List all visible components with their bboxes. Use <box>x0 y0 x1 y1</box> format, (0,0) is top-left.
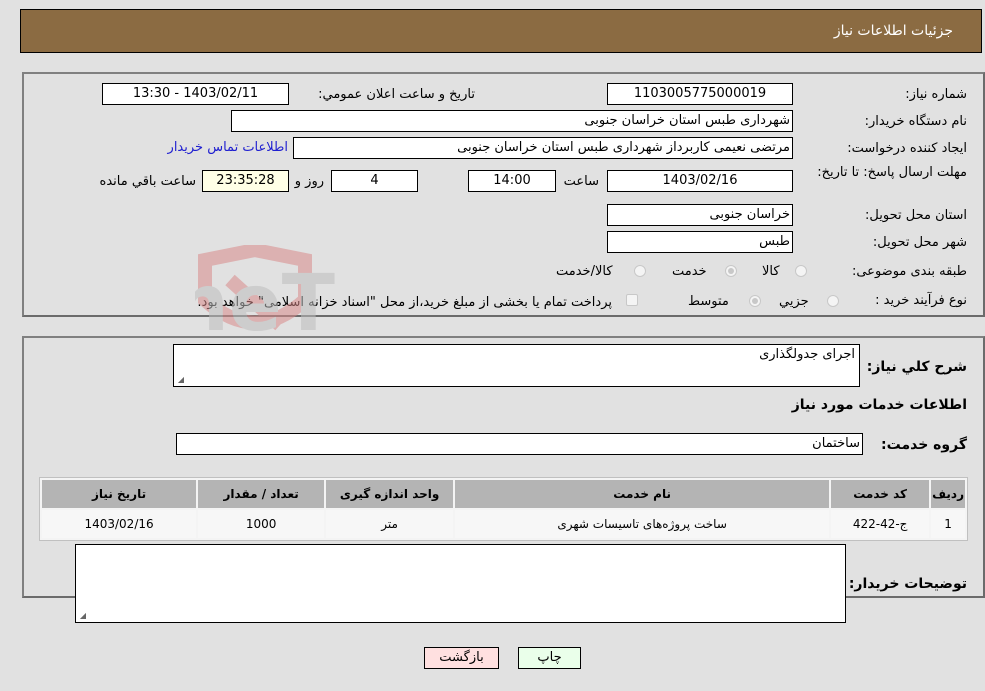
cell-service-code: ج-42-422 <box>831 510 930 538</box>
category-goods-service-label: کالا/خدمت <box>556 264 613 279</box>
category-goods-radio[interactable] <box>795 265 807 277</box>
need-number-label: شماره نیاز: <box>905 87 967 102</box>
days-remaining-field: 4 <box>331 170 418 192</box>
cell-service-name: ساخت پروژه‌های تاسیسات شهری <box>455 510 830 538</box>
need-details-panel <box>22 72 985 317</box>
category-service-label: خدمت <box>672 264 707 279</box>
deadline-time-field: 14:00 <box>468 170 556 192</box>
service-group-field: ساختمان <box>176 433 863 455</box>
page-header: جزئیات اطلاعات نیاز <box>20 9 982 53</box>
deadline-label: مهلت ارسال پاسخ: تا تاریخ: <box>817 165 967 180</box>
category-label: طبقه بندی موضوعی: <box>851 264 967 279</box>
deadline-time-label: ساعت <box>563 174 599 189</box>
buyer-notes-textarea[interactable]: ◢ <box>75 544 846 623</box>
cell-row-number: 1 <box>931 510 965 538</box>
city-label: شهر محل تحویل: <box>872 235 967 250</box>
category-service-radio[interactable] <box>725 265 737 277</box>
cell-need-date: 1403/02/16 <box>42 510 197 538</box>
description-textarea[interactable]: اجرای جدولگذاری ◢ <box>173 344 860 387</box>
buyer-notes-label: توضیحات خریدار: <box>848 576 967 592</box>
description-label: شرح کلي نیاز: <box>866 359 967 375</box>
resize-grip-icon[interactable]: ◢ <box>78 612 86 620</box>
category-goods-label: کالا <box>762 264 780 279</box>
payment-note: پرداخت تمام یا بخشی از مبلغ خرید،از محل … <box>197 295 612 310</box>
purchase-medium-label: متوسط <box>688 294 729 309</box>
col-service-code: کد خدمت <box>831 480 930 508</box>
buyer-org-field: شهرداری طبس استان خراسان جنوبی <box>231 110 793 132</box>
deadline-date-field: 1403/02/16 <box>607 170 793 192</box>
province-label: استان محل تحویل: <box>865 208 967 223</box>
days-label: روز و <box>294 174 324 189</box>
city-field: طبس <box>607 231 793 253</box>
buyer-contact-link[interactable]: اطلاعات تماس خریدار <box>168 140 288 155</box>
cell-unit: متر <box>326 510 454 538</box>
purchase-small-radio[interactable] <box>827 295 839 307</box>
need-number-field: 1103005775000019 <box>607 83 793 105</box>
remaining-time-label: ساعت باقي مانده <box>99 174 196 189</box>
services-section-title: اطلاعات خدمات مورد نیاز <box>791 397 967 413</box>
table-row: 1 ج-42-422 ساخت پروژه‌های تاسیسات شهری م… <box>42 510 965 538</box>
col-row-number: ردیف <box>931 480 965 508</box>
col-quantity: تعداد / مقدار <box>198 480 325 508</box>
announce-date-field: 1403/02/11 - 13:30 <box>102 83 289 105</box>
service-group-label: گروه خدمت: <box>881 437 967 453</box>
creator-field: مرتضی نعیمی کاربرداز شهرداری طبس استان خ… <box>293 137 793 159</box>
category-goods-service-radio[interactable] <box>634 265 646 277</box>
province-field: خراسان جنوبی <box>607 204 793 226</box>
purchase-medium-radio[interactable] <box>749 295 761 307</box>
resize-grip-icon[interactable]: ◢ <box>176 376 184 384</box>
col-service-name: نام خدمت <box>455 480 830 508</box>
creator-label: ایجاد کننده درخواست: <box>847 141 967 156</box>
col-need-date: تاریخ نیاز <box>42 480 197 508</box>
buyer-org-label: نام دستگاه خریدار: <box>864 114 967 129</box>
print-button[interactable]: چاپ <box>518 647 581 669</box>
cell-quantity: 1000 <box>198 510 325 538</box>
treasury-payment-checkbox[interactable] <box>626 294 638 306</box>
announce-date-label: تاریخ و ساعت اعلان عمومي: <box>318 87 475 102</box>
purchase-small-label: جزيي <box>779 294 809 309</box>
remaining-time-field: 23:35:28 <box>202 170 289 192</box>
description-value: اجرای جدولگذاری <box>759 347 855 362</box>
page-title: جزئیات اطلاعات نیاز <box>833 23 953 39</box>
col-unit: واحد اندازه گیری <box>326 480 454 508</box>
table-header-row: ردیف کد خدمت نام خدمت واحد اندازه گیری ت… <box>42 480 965 508</box>
services-table: ردیف کد خدمت نام خدمت واحد اندازه گیری ت… <box>39 477 968 541</box>
purchase-type-label: نوع فرآیند خرید : <box>875 293 967 308</box>
back-button[interactable]: بازگشت <box>424 647 499 669</box>
